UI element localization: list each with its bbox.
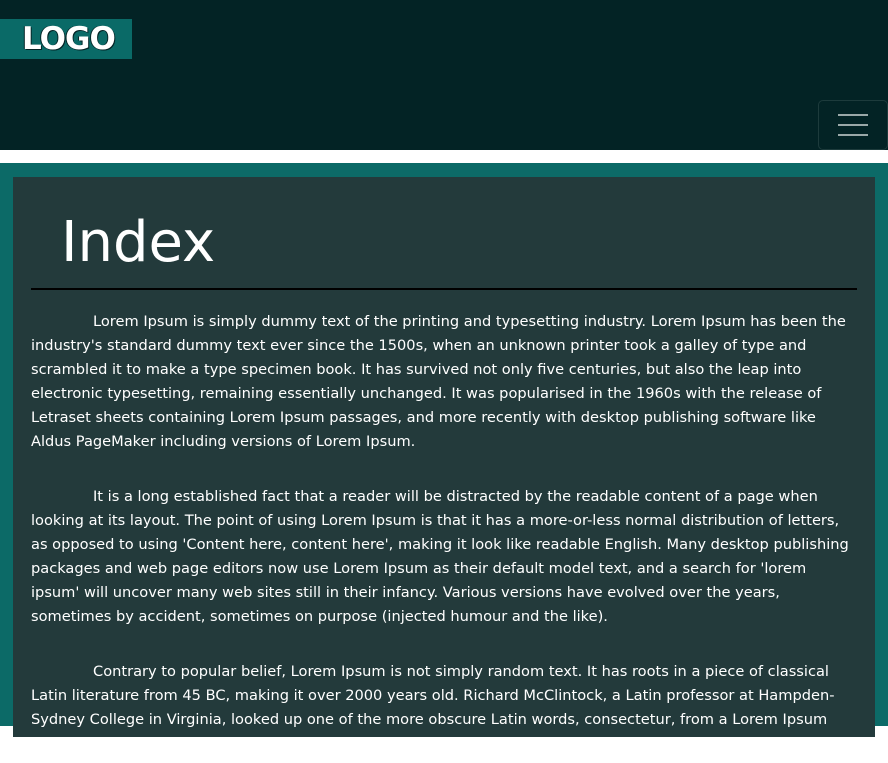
page-title: Index [61,210,216,275]
menu-toggle-button[interactable] [818,100,888,150]
hamburger-icon-bar [838,124,868,126]
main-panel: Index Lorem Ipsum is simply dummy text o… [13,177,875,737]
paragraph: Contrary to popular belief, Lorem Ipsum … [31,663,835,728]
paragraph: It is a long established fact that a rea… [31,488,849,625]
paragraph: Lorem Ipsum is simply dummy text of the … [31,313,846,450]
title-divider [31,288,857,290]
article-body: Lorem Ipsum is simply dummy text of the … [31,310,857,763]
hamburger-icon-bar [838,134,868,136]
hamburger-icon [838,114,868,116]
logo[interactable]: LOGO [0,19,132,59]
content-wrapper: Index Lorem Ipsum is simply dummy text o… [0,163,888,737]
logo-text: LOGO [22,20,116,57]
top-navbar: LOGO [0,0,888,150]
